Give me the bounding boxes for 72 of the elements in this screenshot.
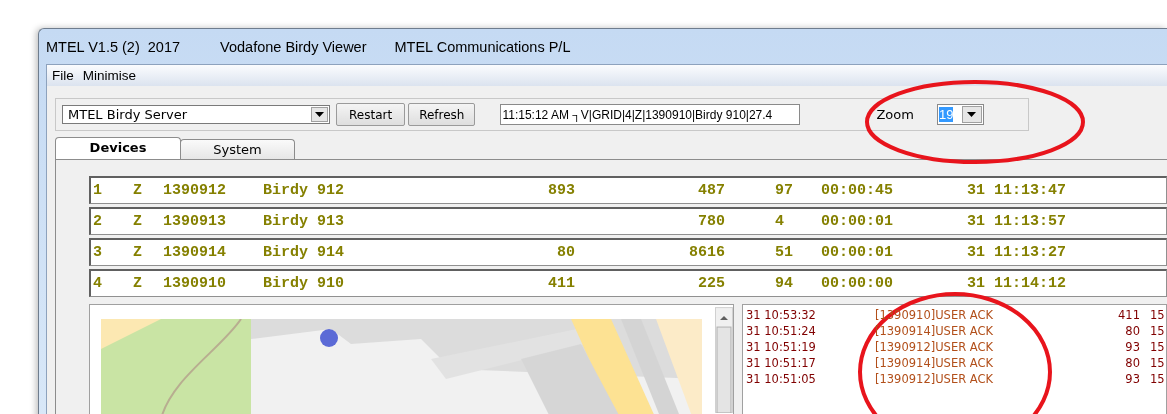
server-dropdown[interactable]: MTEL Birdy Server [62,105,330,124]
log-position: 411 [1117,308,1141,322]
log-cell: 15 [1150,324,1165,338]
log-position: 93 [1124,340,1141,354]
device-cell-text: Birdy 912 [263,182,345,199]
log-time: 31 10:51:24 [746,324,817,338]
log-time: 31 10:53:32 [746,308,817,322]
device-cell-text: 411 [547,275,575,292]
log-position: 80 [1124,356,1141,370]
log-position: 93 [1124,372,1141,386]
log-message: [1390914]USER ACK [875,324,995,338]
log-message: [1390914]USER ACK [875,356,995,370]
device-cell-text: 225 [697,275,725,292]
log-time: 31 10:51:17 [746,356,817,370]
device-cell-text: Birdy 910 [263,275,345,292]
device-cell-text: 780 [697,213,725,230]
log-time: 31 10:51:05 [746,372,817,386]
log-cell: 15 [1150,308,1165,322]
device-cell-text: 31 11:13:27 [967,244,1068,261]
log-time: 31 10:51:19 [746,340,817,354]
device-cell-text: 1390910 [163,275,227,292]
device-cell-text: 31 11:14:12 [967,275,1068,292]
device-cell-text: Birdy 913 [263,213,345,230]
log-cell: 15 [1150,372,1165,386]
device-cell-text: Z [133,182,143,199]
log-position: 80 [1124,324,1141,338]
device-row[interactable]: 3 Z 1390914 Birdy 914 80 8616 51 00:00:01 31 11:13:27 [89,238,1167,266]
device-cell-text: 94 [775,275,794,292]
zoom-label: Zoom [876,107,914,122]
device-cell-text: 80 [556,244,575,261]
device-cell-text: 00:00:45 [821,182,894,199]
caret-icon [315,112,324,117]
device-cell-text: Birdy 914 [263,244,345,261]
device-cell-text: 00:00:00 [821,275,894,292]
device-cell-text: 1 [92,182,103,199]
device-cell-text: 4 [775,213,785,230]
device-cell-text: 51 [775,244,794,261]
device-cell-text: Z [133,213,143,230]
device-row[interactable]: 1 Z 1390912 Birdy 912 893 487 97 00:00:45 31 11:13:47 [89,176,1167,204]
device-cell-text: 1390913 [163,213,227,230]
device-cell-text: Z [133,244,143,261]
window-title: MTEL Communications P/L [394,38,571,55]
device-row[interactable]: 2 Z 1390913 Birdy 913 780 4 00:00:01 31 11:13:57 [89,207,1167,235]
log-cell: 15 [1150,340,1165,354]
tab[interactable]: Devices [55,137,181,159]
window-title: MTEL V1.5 (2) 2017 [46,38,181,55]
device-row[interactable]: 4 Z 1390910 Birdy 910 411 225 94 00:00:00 31 11:14:12 [89,269,1167,297]
log-cell: 15 [1150,356,1165,370]
tab[interactable]: System [180,139,295,159]
device-cell-text: 487 [697,182,725,199]
device-cell-text: 31 11:13:47 [967,182,1068,199]
device-cell-text: 1390912 [163,182,227,199]
window-title: Vodafone Birdy Viewer [220,38,367,55]
device-cell-text: 97 [775,182,794,199]
toolbar-button[interactable]: Restart [336,103,406,126]
caret-icon [967,112,977,117]
device-cell-text: 1390914 [163,244,227,261]
device-cell-text: 3 [92,244,103,261]
device-cell-text: 31 11:13:57 [967,213,1068,230]
device-cell-text: Z [133,275,143,292]
menu-item[interactable]: Minimise [82,68,137,83]
device-cell-text: 8616 [688,244,725,261]
message-field[interactable]: 11:15:12 AM ┐V|GRID|4|Z|1390910|Birdy 910|27.4 [500,104,801,125]
log-message: [1390912]USER ACK [875,340,995,354]
device-cell-text: 00:00:01 [821,213,894,230]
menu-item[interactable]: File [52,68,74,83]
log-message: [1390912]USER ACK [875,372,995,386]
device-cell-text: 4 [92,275,103,292]
device-cell-text: 00:00:01 [821,244,894,261]
device-cell-text: 893 [547,182,575,199]
toolbar-button[interactable]: Refresh [408,103,476,126]
device-cell-text: 2 [92,213,103,230]
